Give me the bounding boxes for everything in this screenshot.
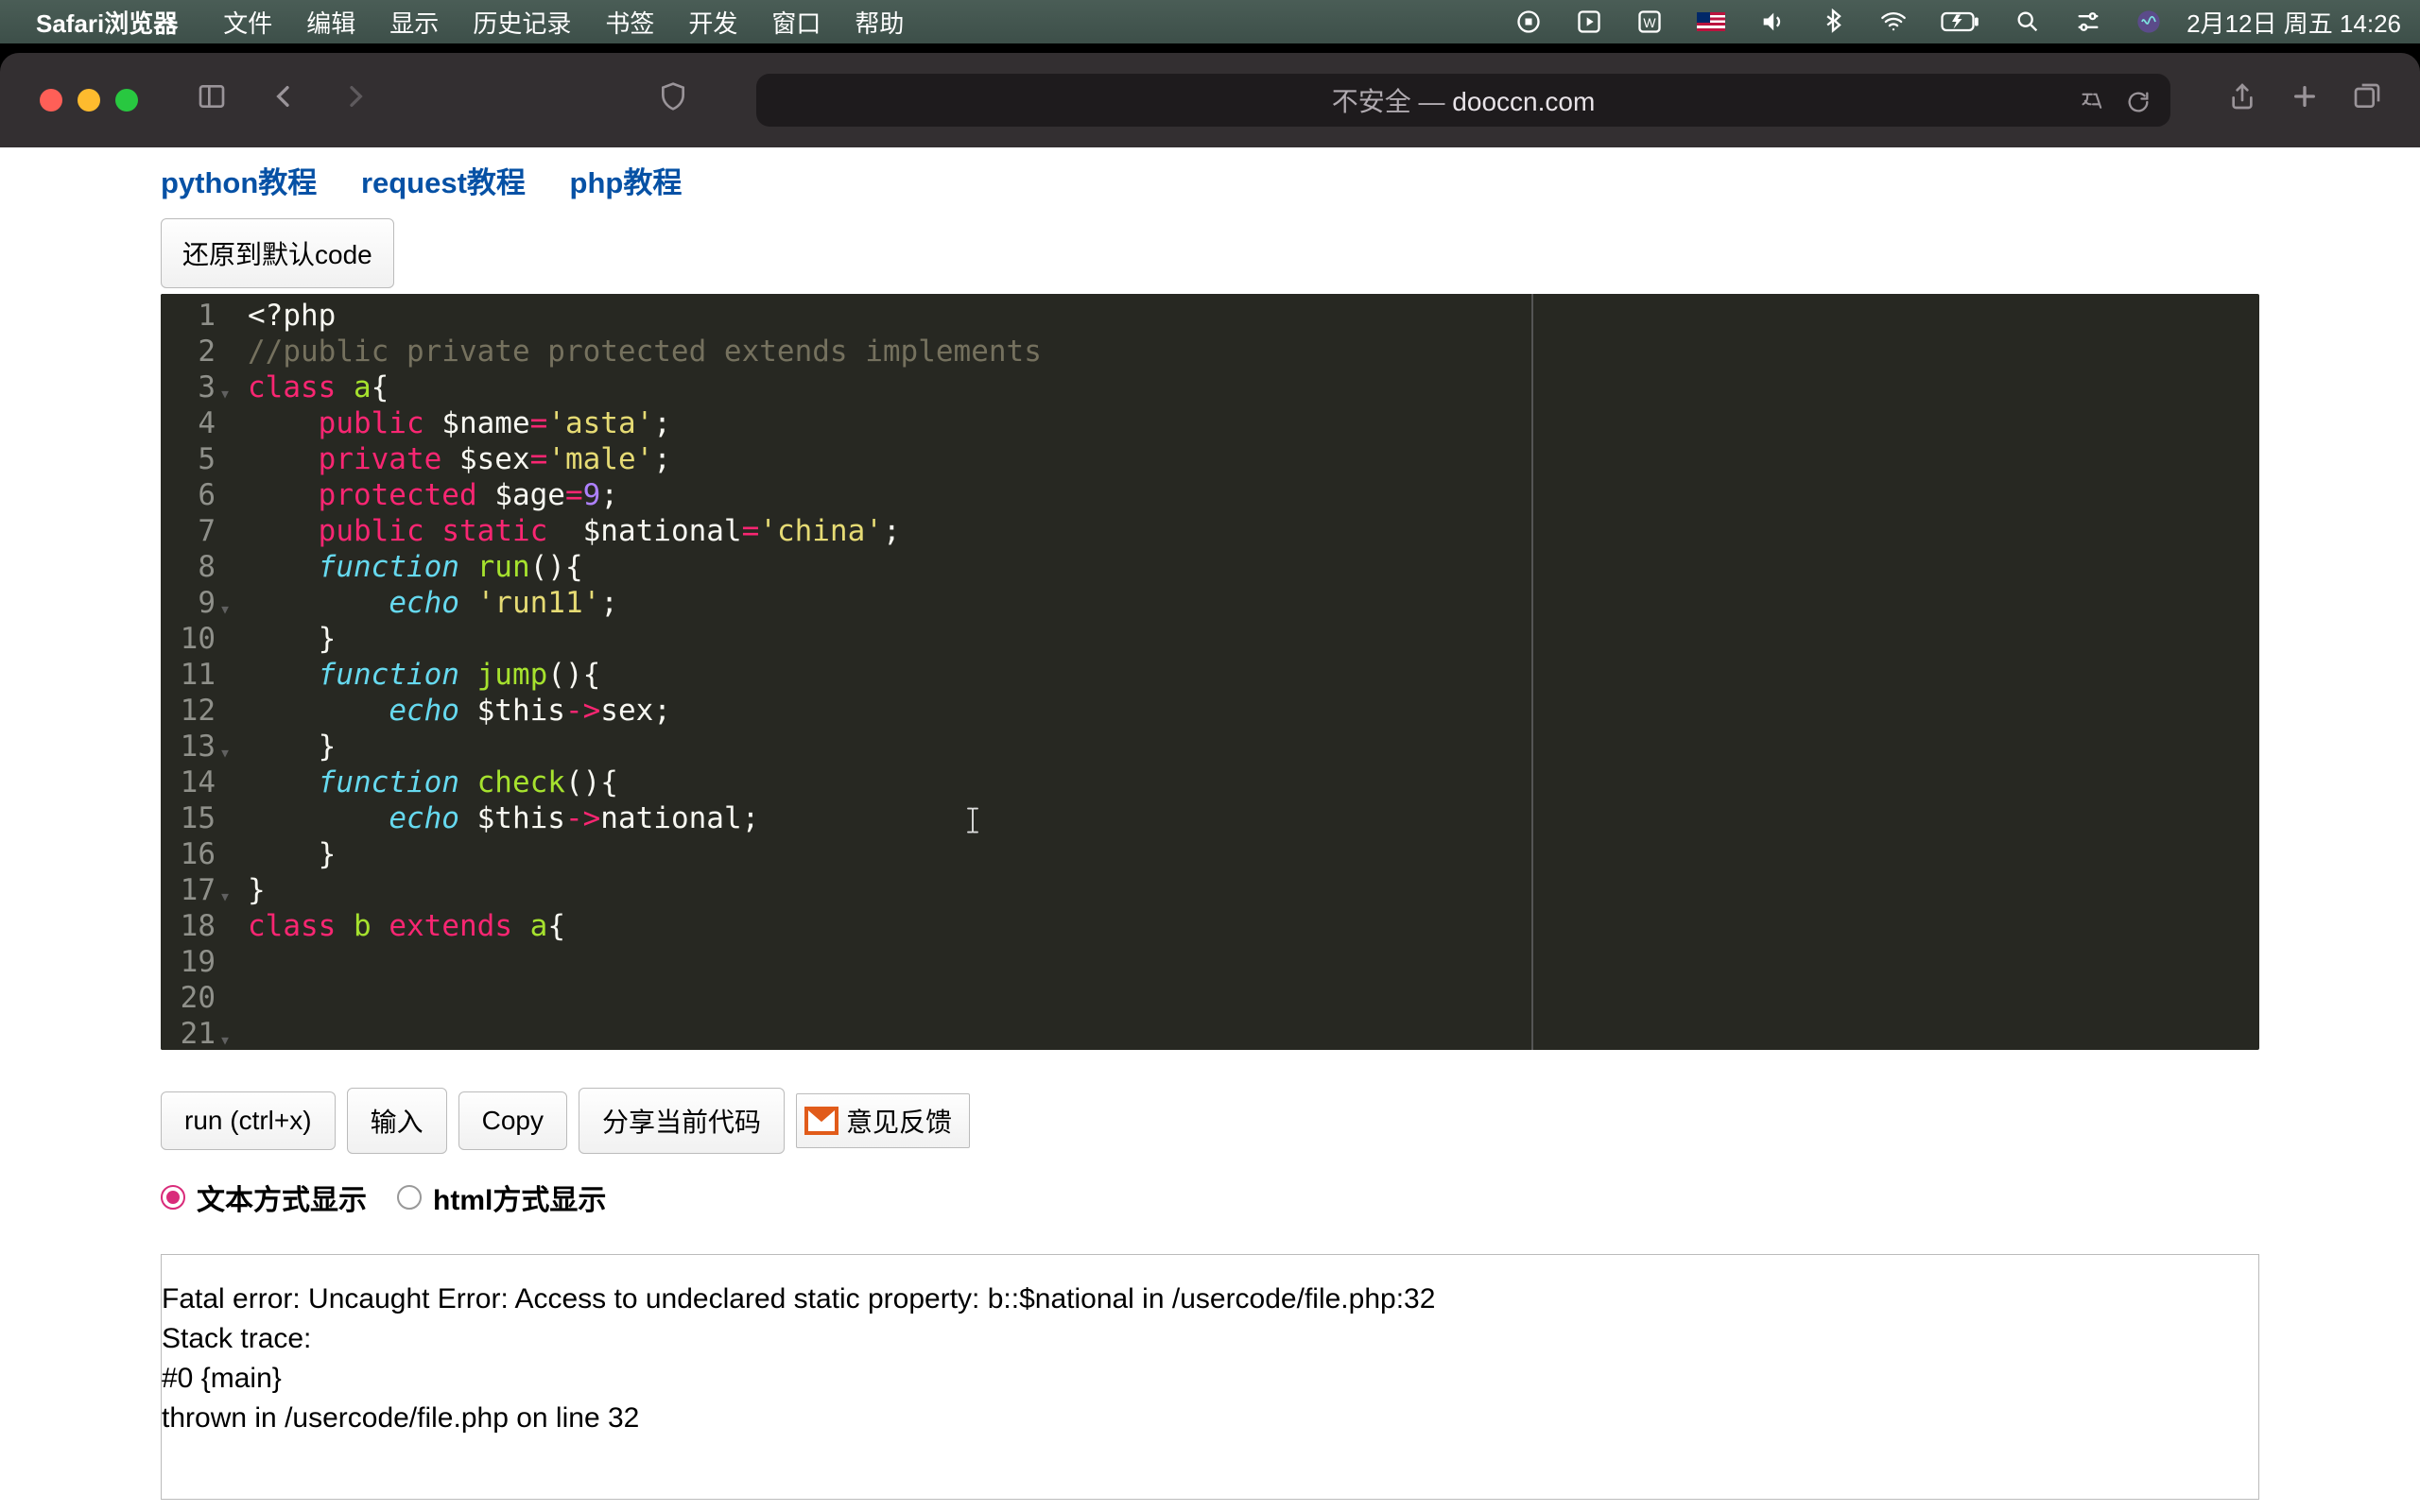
- play-tray-icon[interactable]: [1559, 9, 1619, 35]
- editor-gutter: 123456789101112131415161718192021: [161, 294, 236, 1050]
- feedback-label: 意见反馈: [846, 1102, 952, 1140]
- siri-icon[interactable]: [2118, 9, 2179, 35]
- window-controls: [40, 89, 138, 112]
- control-center-icon[interactable]: [2058, 9, 2118, 35]
- window-zoom-button[interactable]: [115, 89, 138, 112]
- battery-icon[interactable]: [1924, 11, 1997, 32]
- forward-button[interactable]: [329, 81, 382, 119]
- menu-bookmarks[interactable]: 书签: [588, 5, 671, 40]
- share-icon[interactable]: [2227, 81, 2257, 120]
- menu-history[interactable]: 历史记录: [456, 5, 588, 40]
- new-tab-icon[interactable]: [2290, 81, 2320, 120]
- mail-icon: [804, 1107, 838, 1135]
- run-button[interactable]: run (ctrl+x): [161, 1091, 336, 1150]
- menu-edit[interactable]: 编辑: [289, 5, 372, 40]
- menu-view[interactable]: 显示: [372, 5, 456, 40]
- sidebar-toggle-icon[interactable]: [185, 81, 238, 119]
- app-name[interactable]: Safari浏览器: [36, 5, 206, 40]
- translate-icon[interactable]: [2080, 85, 2106, 115]
- output-mode-radios: 文本方式显示 html方式显示: [161, 1177, 2259, 1218]
- window-minimize-button[interactable]: [78, 89, 100, 112]
- address-bar[interactable]: 不安全 — dooccn.com: [756, 74, 2170, 127]
- menu-file[interactable]: 文件: [206, 5, 289, 40]
- editor-split-divider[interactable]: [1531, 294, 1533, 1050]
- menu-help[interactable]: 帮助: [838, 5, 921, 40]
- input-button[interactable]: 输入: [347, 1088, 447, 1154]
- window-close-button[interactable]: [40, 89, 62, 112]
- bluetooth-icon[interactable]: [1803, 9, 1863, 35]
- output-panel: Fatal error: Uncaught Error: Access to u…: [161, 1254, 2259, 1500]
- feedback-button[interactable]: 意见反馈: [796, 1093, 970, 1148]
- menu-window[interactable]: 窗口: [754, 5, 838, 40]
- input-source-icon[interactable]: [1680, 12, 1742, 31]
- share-code-button[interactable]: 分享当前代码: [579, 1088, 785, 1154]
- link-php[interactable]: php教程: [570, 166, 683, 199]
- radio-html-mode[interactable]: html方式显示: [397, 1177, 606, 1218]
- radio-text-mode[interactable]: 文本方式显示: [161, 1177, 367, 1218]
- link-request[interactable]: request教程: [361, 166, 526, 199]
- code-editor[interactable]: 123456789101112131415161718192021 <?php/…: [161, 294, 2259, 1050]
- back-button[interactable]: [257, 81, 310, 119]
- web-page-content: python教程 request教程 php教程 还原到默认code 12345…: [0, 147, 2420, 1512]
- editor-button-bar: run (ctrl+x) 输入 Copy 分享当前代码 意见反馈: [161, 1088, 2259, 1154]
- radio-icon: [161, 1185, 185, 1210]
- menu-develop[interactable]: 开发: [671, 5, 754, 40]
- link-python[interactable]: python教程: [161, 166, 317, 199]
- privacy-shield-icon[interactable]: [647, 81, 700, 119]
- address-text: 不安全 — dooccn.com: [1332, 81, 1596, 119]
- reload-icon[interactable]: [2125, 85, 2152, 115]
- svg-text:W: W: [1643, 15, 1656, 30]
- macos-menubar: Safari浏览器 文件 编辑 显示 历史记录 书签 开发 窗口 帮助 W 2月…: [0, 0, 2420, 43]
- copy-button[interactable]: Copy: [458, 1091, 567, 1150]
- tab-overview-icon[interactable]: [2352, 81, 2382, 120]
- menubar-clock[interactable]: 2月12日 周五 14:26: [2179, 5, 2401, 40]
- wifi-icon[interactable]: [1863, 9, 1924, 35]
- radio-icon: [397, 1185, 422, 1210]
- reset-code-button[interactable]: 还原到默认code: [161, 218, 394, 288]
- browser-toolbar: 不安全 — dooccn.com: [0, 53, 2420, 147]
- wps-tray-icon[interactable]: W: [1619, 9, 1680, 35]
- editor-code-area[interactable]: <?php//public private protected extends …: [236, 294, 1042, 1050]
- spotlight-icon[interactable]: [1997, 9, 2058, 35]
- volume-icon[interactable]: [1742, 9, 1803, 35]
- tutorial-links: python教程 request教程 php教程: [161, 147, 2259, 218]
- screen-record-icon[interactable]: [1498, 9, 1559, 35]
